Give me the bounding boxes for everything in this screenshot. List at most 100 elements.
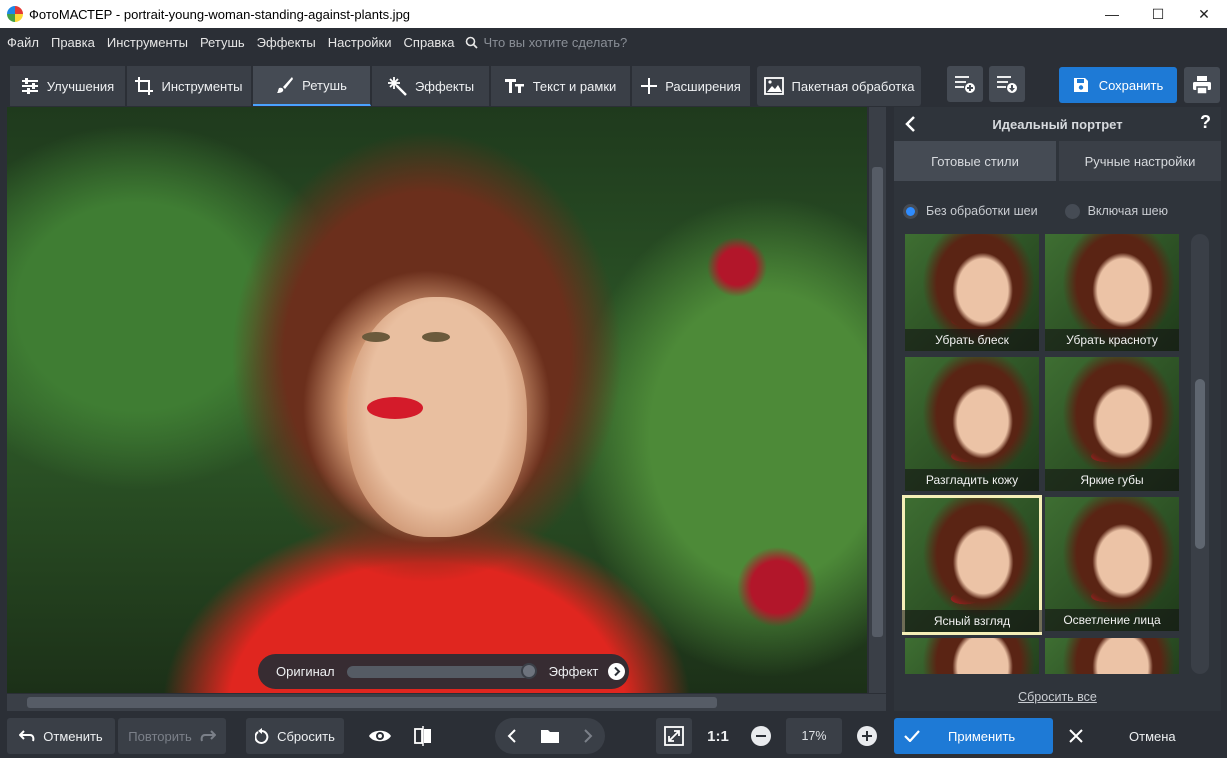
preset-card[interactable] [905,638,1039,674]
search-placeholder: Что вы хотите сделать? [483,34,628,50]
main-tabs: Улучшения Инструменты Ретушь Эффекты Тек… [0,60,1227,108]
menu-edit[interactable]: Правка [45,35,101,50]
tab-extensions[interactable]: Расширения [632,66,751,106]
sliders-download-icon [997,76,1017,93]
save-button[interactable]: Сохранить [1059,67,1177,103]
batch-processing-button[interactable]: Пакетная обработка [757,66,922,106]
photo-canvas[interactable] [7,107,867,693]
menu-search[interactable]: Что вы хотите сделать? [465,34,628,50]
preset-caption: Ясный взгляд [902,610,1042,632]
canvas-horizontal-scrollbar[interactable] [7,694,886,711]
zoom-in-icon[interactable] [857,726,877,746]
tab-effects[interactable]: Эффекты [372,66,490,106]
cancel-button[interactable]: Отмена [1057,718,1221,754]
add-preset-button[interactable] [947,66,983,102]
scroll-thumb[interactable] [27,697,717,708]
reset-all-link[interactable]: Сбросить все [894,690,1221,704]
crop-icon [135,77,154,95]
tab-text-frames[interactable]: Текст и рамки [491,66,631,106]
undo-icon [19,730,35,742]
window-title: ФотоМАСТЕР - portrait-young-woman-standi… [29,6,411,22]
preset-card[interactable]: Разгладить кожу [905,357,1039,491]
sliders-icon [21,78,38,94]
reset-icon [255,728,269,744]
undo-button[interactable]: Отменить [7,718,115,754]
help-icon[interactable]: ? [1200,112,1211,133]
minimize-button[interactable]: — [1089,0,1135,28]
close-x-icon [1069,729,1083,743]
sparkle-icon [387,77,407,96]
preset-card[interactable]: Осветление лица [1045,497,1179,631]
preset-caption: Убрать блеск [905,329,1039,351]
preset-card[interactable]: Яркие губы [1045,357,1179,491]
scroll-thumb[interactable] [872,167,883,637]
tab-improvements[interactable]: Улучшения [10,66,126,106]
chevron-left-icon[interactable] [507,728,517,744]
preset-card-selected[interactable]: Ясный взгляд [902,495,1042,635]
close-button[interactable]: ✕ [1181,0,1227,28]
menu-retouch[interactable]: Ретушь [194,35,251,50]
menu-file[interactable]: Файл [0,35,45,50]
panel-header: Идеальный портрет ? [894,107,1221,141]
redo-button[interactable]: Повторить [118,718,226,754]
sliders-add-icon [955,76,975,93]
image-icon [763,77,784,95]
portrait-eye [362,332,390,342]
tab-tools[interactable]: Инструменты [127,66,252,106]
tab-label: Расширения [665,78,741,94]
tab-ready-styles[interactable]: Готовые стили [894,141,1056,181]
zoom-value[interactable]: 17% [786,718,842,754]
maximize-button[interactable]: ☐ [1135,0,1181,28]
radio-dot [1064,203,1080,219]
preset-caption: Осветление лица [1045,609,1179,631]
tab-label: Эффекты [414,78,475,94]
compare-knob[interactable] [520,662,537,679]
fit-to-screen-button[interactable] [656,718,692,754]
portrait-lips [367,397,423,419]
before-after-slider: Оригинал Эффект [258,654,629,689]
compare-track[interactable] [346,662,537,679]
actual-size-button[interactable]: 1:1 [700,718,736,754]
apply-button[interactable]: Применить [894,718,1053,754]
load-preset-button[interactable] [989,66,1025,102]
brush-icon [277,77,294,93]
tab-label: Ретушь [302,77,347,93]
menu-tools[interactable]: Инструменты [101,35,194,50]
back-arrow-icon[interactable] [904,115,916,133]
original-label: Оригинал [276,664,335,679]
tab-manual-settings[interactable]: Ручные настройки [1059,141,1221,181]
chevron-right-icon[interactable] [583,728,593,744]
menu-effects[interactable]: Эффекты [251,35,322,50]
save-label: Сохранить [1098,77,1164,93]
compare-split-button[interactable] [405,718,441,754]
folder-icon[interactable] [541,729,559,743]
reset-button[interactable]: Сбросить [246,718,344,754]
preview-eye-button[interactable] [362,718,398,754]
search-icon [465,36,478,49]
menu-settings[interactable]: Настройки [322,35,398,50]
zoom-out-icon[interactable] [751,726,771,746]
preset-caption: Разгладить кожу [905,469,1039,491]
canvas-vertical-scrollbar[interactable] [869,107,886,693]
scroll-thumb[interactable] [1195,379,1205,549]
radio-dot [903,203,918,219]
print-button[interactable] [1184,67,1220,103]
menu-help[interactable]: Справка [398,35,461,50]
preset-scrollbar[interactable] [1191,234,1209,674]
panel-tabs: Готовые стили Ручные настройки [894,141,1221,181]
radio-without-neck[interactable]: Без обработки шеи [903,203,1038,219]
redo-label: Повторить [128,728,192,744]
preset-card[interactable] [1045,638,1179,674]
printer-icon [1193,76,1211,94]
chevron-right-circle-icon[interactable] [608,663,626,680]
preset-caption: Убрать красноту [1045,329,1179,351]
reset-label: Сбросить [277,728,335,744]
plus-icon [641,78,658,94]
radio-with-neck[interactable]: Включая шею [1064,203,1168,219]
tab-label: Улучшения [46,78,115,94]
tab-retouch[interactable]: Ретушь [253,66,371,106]
floppy-disk-icon [1073,78,1088,92]
preset-card[interactable]: Убрать красноту [1045,234,1179,351]
text-icon [504,79,524,93]
preset-card[interactable]: Убрать блеск [905,234,1039,351]
